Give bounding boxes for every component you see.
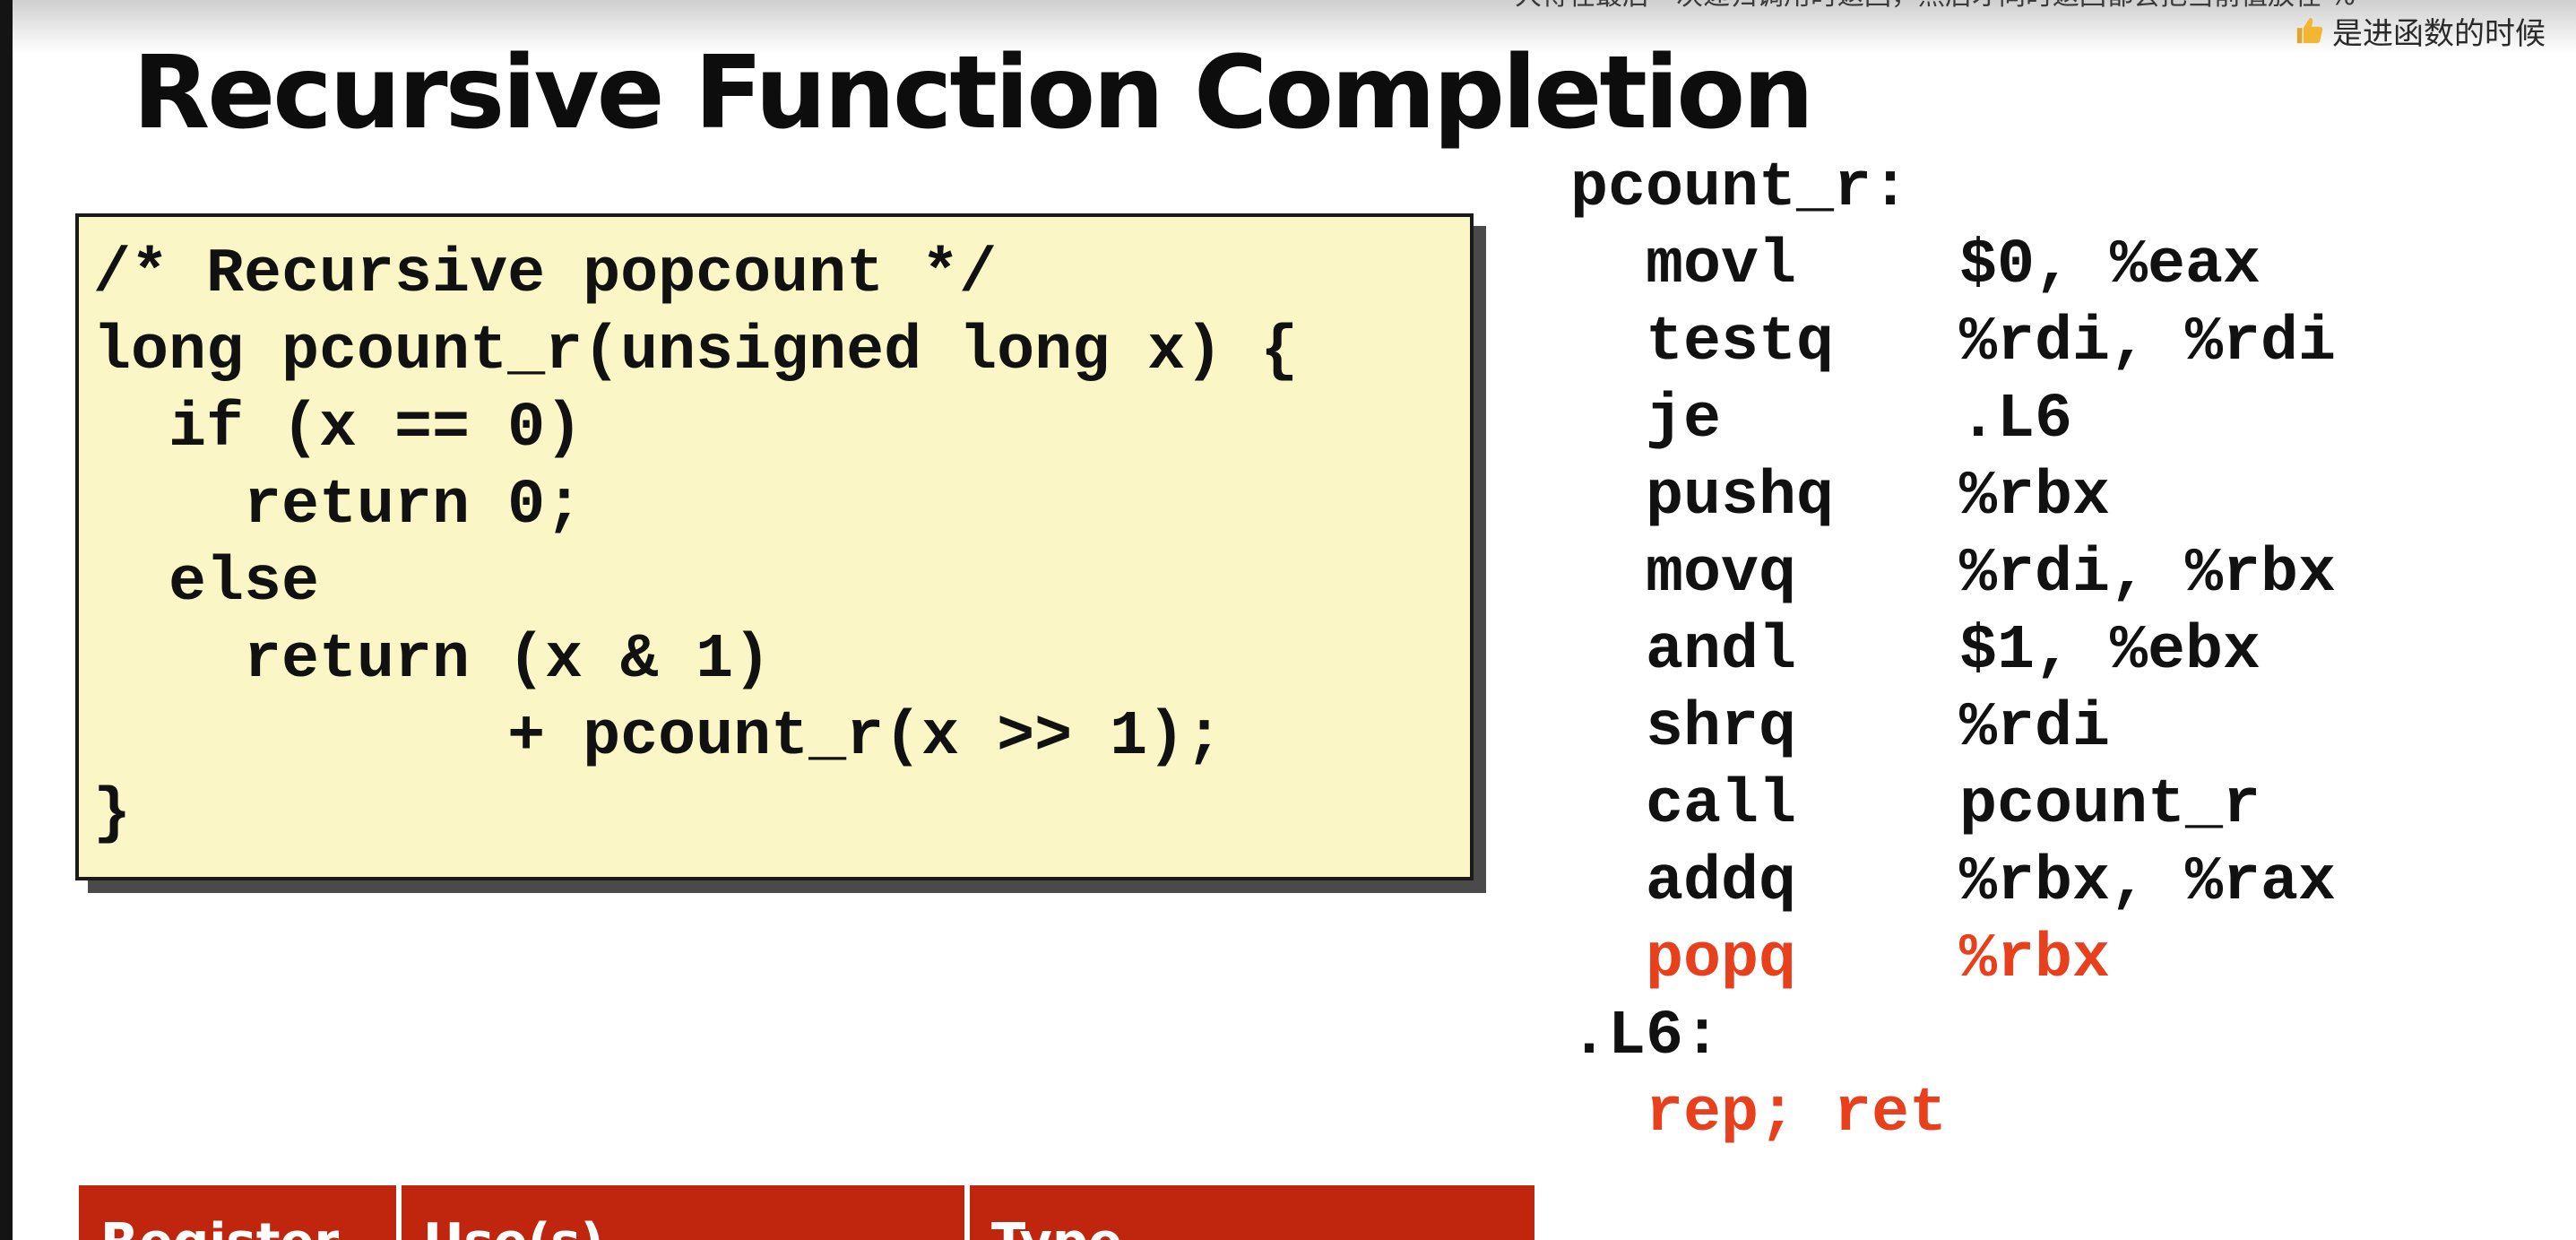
slide-title: Recursive Function Completion: [133, 35, 1814, 152]
code-line: return (x & 1): [93, 625, 772, 696]
danmaku-text: 是进函数的时候: [2332, 15, 2546, 52]
asm-l6-label: .L6:: [1570, 1002, 1722, 1072]
asm-instruction: addq %rbx, %rax: [1570, 845, 2556, 922]
code-line: }: [93, 779, 132, 850]
code-line: long pcount_r(unsigned long x) {: [93, 317, 1299, 387]
asm-function-label: pcount_r:: [1570, 153, 1910, 224]
column-header-uses: Use(s): [402, 1185, 970, 1240]
code-line: /* Recursive popcount */: [93, 239, 998, 310]
asm-opcode: movq: [1646, 539, 1797, 610]
register-table-header: Register Use(s) Type: [79, 1185, 1534, 1240]
column-header-type: Type: [970, 1185, 1534, 1240]
asm-operands: %rdi, %rbx: [1959, 539, 2337, 610]
asm-operands: pcount_r: [1959, 770, 2261, 841]
danmaku-comment-bar: 是进函数的时候: [2295, 5, 2576, 56]
asm-operands: %rbx: [1959, 462, 2111, 533]
asm-instruction: movq %rdi, %rbx: [1570, 536, 2556, 613]
asm-instruction: movl $0, %eax: [1570, 228, 2556, 305]
asm-opcode: shrq: [1646, 693, 1797, 764]
asm-instruction: shrq %rdi: [1570, 690, 2556, 767]
video-left-border: [0, 0, 13, 1240]
asm-operands: %rbx: [1959, 924, 2111, 995]
asm-final-instruction: rep; ret: [1646, 1079, 1948, 1149]
asm-opcode: testq: [1646, 308, 1835, 378]
thumbs-up-icon: [2295, 14, 2327, 47]
asm-instruction: testq %rdi, %rdi: [1570, 305, 2556, 382]
asm-opcode: popq: [1646, 924, 1797, 995]
asm-operands: %rbx, %rax: [1959, 847, 2337, 918]
asm-instruction: andl $1, %ebx: [1570, 613, 2556, 690]
asm-operands: %rdi, %rdi: [1959, 308, 2337, 378]
assembly-listing: pcount_r: movl $0, %eax testq %rdi, %rdi…: [1570, 151, 2556, 1153]
asm-opcode: pushq: [1646, 462, 1835, 533]
asm-instruction: je .L6: [1570, 382, 2556, 459]
code-line: else: [93, 548, 320, 619]
asm-operands: $1, %ebx: [1959, 616, 2261, 687]
c-code-box: /* Recursive popcount */ long pcount_r(u…: [75, 213, 1474, 880]
asm-instruction: call pcount_r: [1570, 767, 2556, 845]
asm-opcode: je: [1646, 385, 1722, 455]
code-line: if (x == 0): [93, 394, 583, 464]
column-header-register: Register: [79, 1185, 402, 1240]
code-line: return 0;: [93, 471, 583, 542]
asm-opcode: andl: [1646, 616, 1797, 687]
asm-instruction-highlighted: rep; ret: [1570, 1076, 2556, 1153]
asm-instruction: pushq %rbx: [1570, 459, 2556, 536]
asm-operands: %rdi: [1959, 693, 2111, 764]
asm-instruction-highlighted: popq %rbx: [1570, 922, 2556, 999]
asm-opcode: movl: [1646, 230, 1797, 301]
code-line: + pcount_r(x >> 1);: [93, 702, 1223, 773]
asm-operands: $0, %eax: [1959, 230, 2261, 301]
asm-opcode: call: [1646, 770, 1797, 841]
asm-operands: .L6: [1959, 385, 2073, 455]
asm-opcode: addq: [1646, 847, 1797, 918]
